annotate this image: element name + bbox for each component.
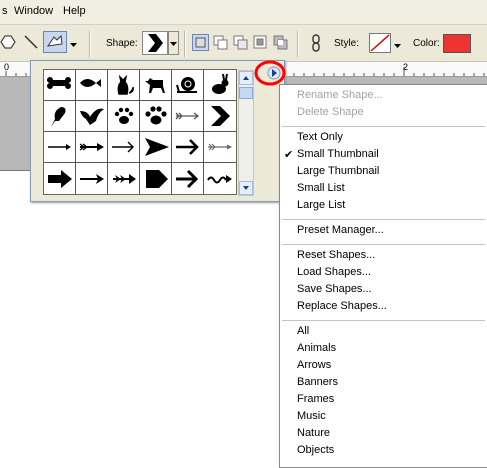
polygon-tool-icon[interactable]: [0, 34, 16, 53]
scroll-down-button[interactable]: [239, 181, 253, 195]
menu-item-large-list[interactable]: Large List: [297, 199, 345, 211]
custom-shape-tool-button[interactable]: [43, 31, 67, 53]
shape-chevron-icon[interactable]: [204, 101, 236, 132]
menu-item-partial[interactable]: s: [2, 5, 8, 17]
shape-label: Shape:: [106, 38, 138, 49]
shape-arrow-heavy-icon[interactable]: [172, 163, 204, 194]
shape-picker-dropdown[interactable]: [168, 31, 179, 55]
shapes-palette-menu: Rename Shape... Delete Shape Text Only Smal…: [279, 84, 487, 468]
document-canvas[interactable]: [0, 170, 300, 467]
menu-item-objects[interactable]: Objects: [297, 444, 334, 456]
shape-arrow-tailed-icon[interactable]: [76, 132, 108, 163]
menu-item-rename-shape: Rename Shape...: [297, 89, 383, 101]
menu-item-all[interactable]: All: [297, 325, 309, 337]
shape-arrow-fletched-icon[interactable]: [204, 132, 236, 163]
shape-arrow-fine-icon[interactable]: [76, 163, 108, 194]
subtract-shape-area-icon[interactable]: [232, 34, 249, 54]
shape-arrow-wavy-icon[interactable]: [204, 163, 236, 194]
menu-item-reset-shapes[interactable]: Reset Shapes...: [297, 249, 375, 261]
shape-dog-icon[interactable]: [140, 70, 172, 101]
menu-item-music[interactable]: Music: [297, 410, 326, 422]
toolbar-separator: [89, 31, 91, 57]
shape-arrow-feathered-icon[interactable]: [172, 101, 204, 132]
shape-arrow-block-icon[interactable]: [44, 163, 76, 194]
shape-rabbit-icon[interactable]: [204, 70, 236, 101]
menu-item-small-thumbnail[interactable]: Small Thumbnail: [297, 148, 379, 160]
toolbar-separator: [297, 31, 299, 57]
tool-dropdown-icon[interactable]: [70, 39, 77, 51]
menu-item-replace-shapes[interactable]: Replace Shapes...: [297, 300, 387, 312]
add-to-shape-area-icon[interactable]: [212, 34, 229, 54]
menu-separator: [282, 126, 485, 127]
menu-item-window[interactable]: Window: [14, 5, 53, 17]
shape-arrow-triangle-icon[interactable]: [140, 132, 172, 163]
style-label: Style:: [334, 38, 360, 49]
style-dropdown-icon[interactable]: [394, 40, 401, 52]
new-shape-layer-icon[interactable]: [192, 34, 209, 51]
menu-item-text-only[interactable]: Text Only: [297, 131, 343, 143]
ruler-label-0: 0: [4, 62, 10, 72]
link-layer-icon[interactable]: [310, 34, 322, 55]
shape-cat-icon[interactable]: [108, 70, 140, 101]
options-toolbar: Shape: Style: Color:: [0, 25, 487, 62]
menu-item-save-shapes[interactable]: Save Shapes...: [297, 283, 372, 295]
color-swatch[interactable]: [443, 34, 471, 53]
exclude-overlap-icon[interactable]: [272, 34, 289, 54]
shape-arrow-thin-icon[interactable]: [44, 132, 76, 163]
menu-item-banners[interactable]: Banners: [297, 376, 338, 388]
menu-item-small-list[interactable]: Small List: [297, 182, 345, 194]
shape-arrow-double-head-icon[interactable]: [108, 163, 140, 194]
color-label: Color:: [413, 38, 440, 49]
menu-item-large-thumbnail[interactable]: Large Thumbnail: [297, 165, 379, 177]
scroll-thumb[interactable]: [239, 87, 253, 99]
checkmark-icon: ✔: [284, 149, 294, 161]
shape-paw-print-icon[interactable]: [108, 101, 140, 132]
menu-item-delete-shape: Delete Shape: [297, 106, 364, 118]
shape-snail-icon[interactable]: [172, 70, 204, 101]
intersect-shape-area-icon[interactable]: [252, 34, 269, 54]
shape-dove-icon[interactable]: [76, 101, 108, 132]
shape-picker-preview[interactable]: [142, 31, 168, 55]
shape-pentagon-arrow-icon[interactable]: [140, 163, 172, 194]
menu-separator: [282, 219, 485, 220]
menu-separator: [282, 244, 485, 245]
line-tool-icon[interactable]: [23, 34, 39, 53]
menu-item-help[interactable]: Help: [63, 5, 86, 17]
menu-item-arrows[interactable]: Arrows: [297, 359, 331, 371]
shape-paw-print-2-icon[interactable]: [140, 101, 172, 132]
shape-arrow-line-icon[interactable]: [108, 132, 140, 163]
shape-picker-panel: [30, 60, 285, 202]
shape-bone-icon[interactable]: [44, 70, 76, 101]
scroll-up-button[interactable]: [239, 71, 253, 85]
toolbar-separator: [184, 31, 186, 57]
shape-bird-icon[interactable]: [44, 101, 76, 132]
menu-item-nature[interactable]: Nature: [297, 427, 330, 439]
style-swatch[interactable]: [369, 33, 391, 53]
ruler-label-2: 2: [403, 62, 409, 72]
menu-separator: [282, 320, 485, 321]
shape-thumbnail-grid: [43, 69, 237, 195]
menu-item-animals[interactable]: Animals: [297, 342, 336, 354]
shape-fish-icon[interactable]: [76, 70, 108, 101]
shape-arrow-bold-line-icon[interactable]: [172, 132, 204, 163]
menu-item-frames[interactable]: Frames: [297, 393, 334, 405]
menu-item-load-shapes[interactable]: Load Shapes...: [297, 266, 371, 278]
menu-item-preset-manager[interactable]: Preset Manager...: [297, 224, 384, 236]
menubar: s Window Help: [0, 0, 487, 25]
